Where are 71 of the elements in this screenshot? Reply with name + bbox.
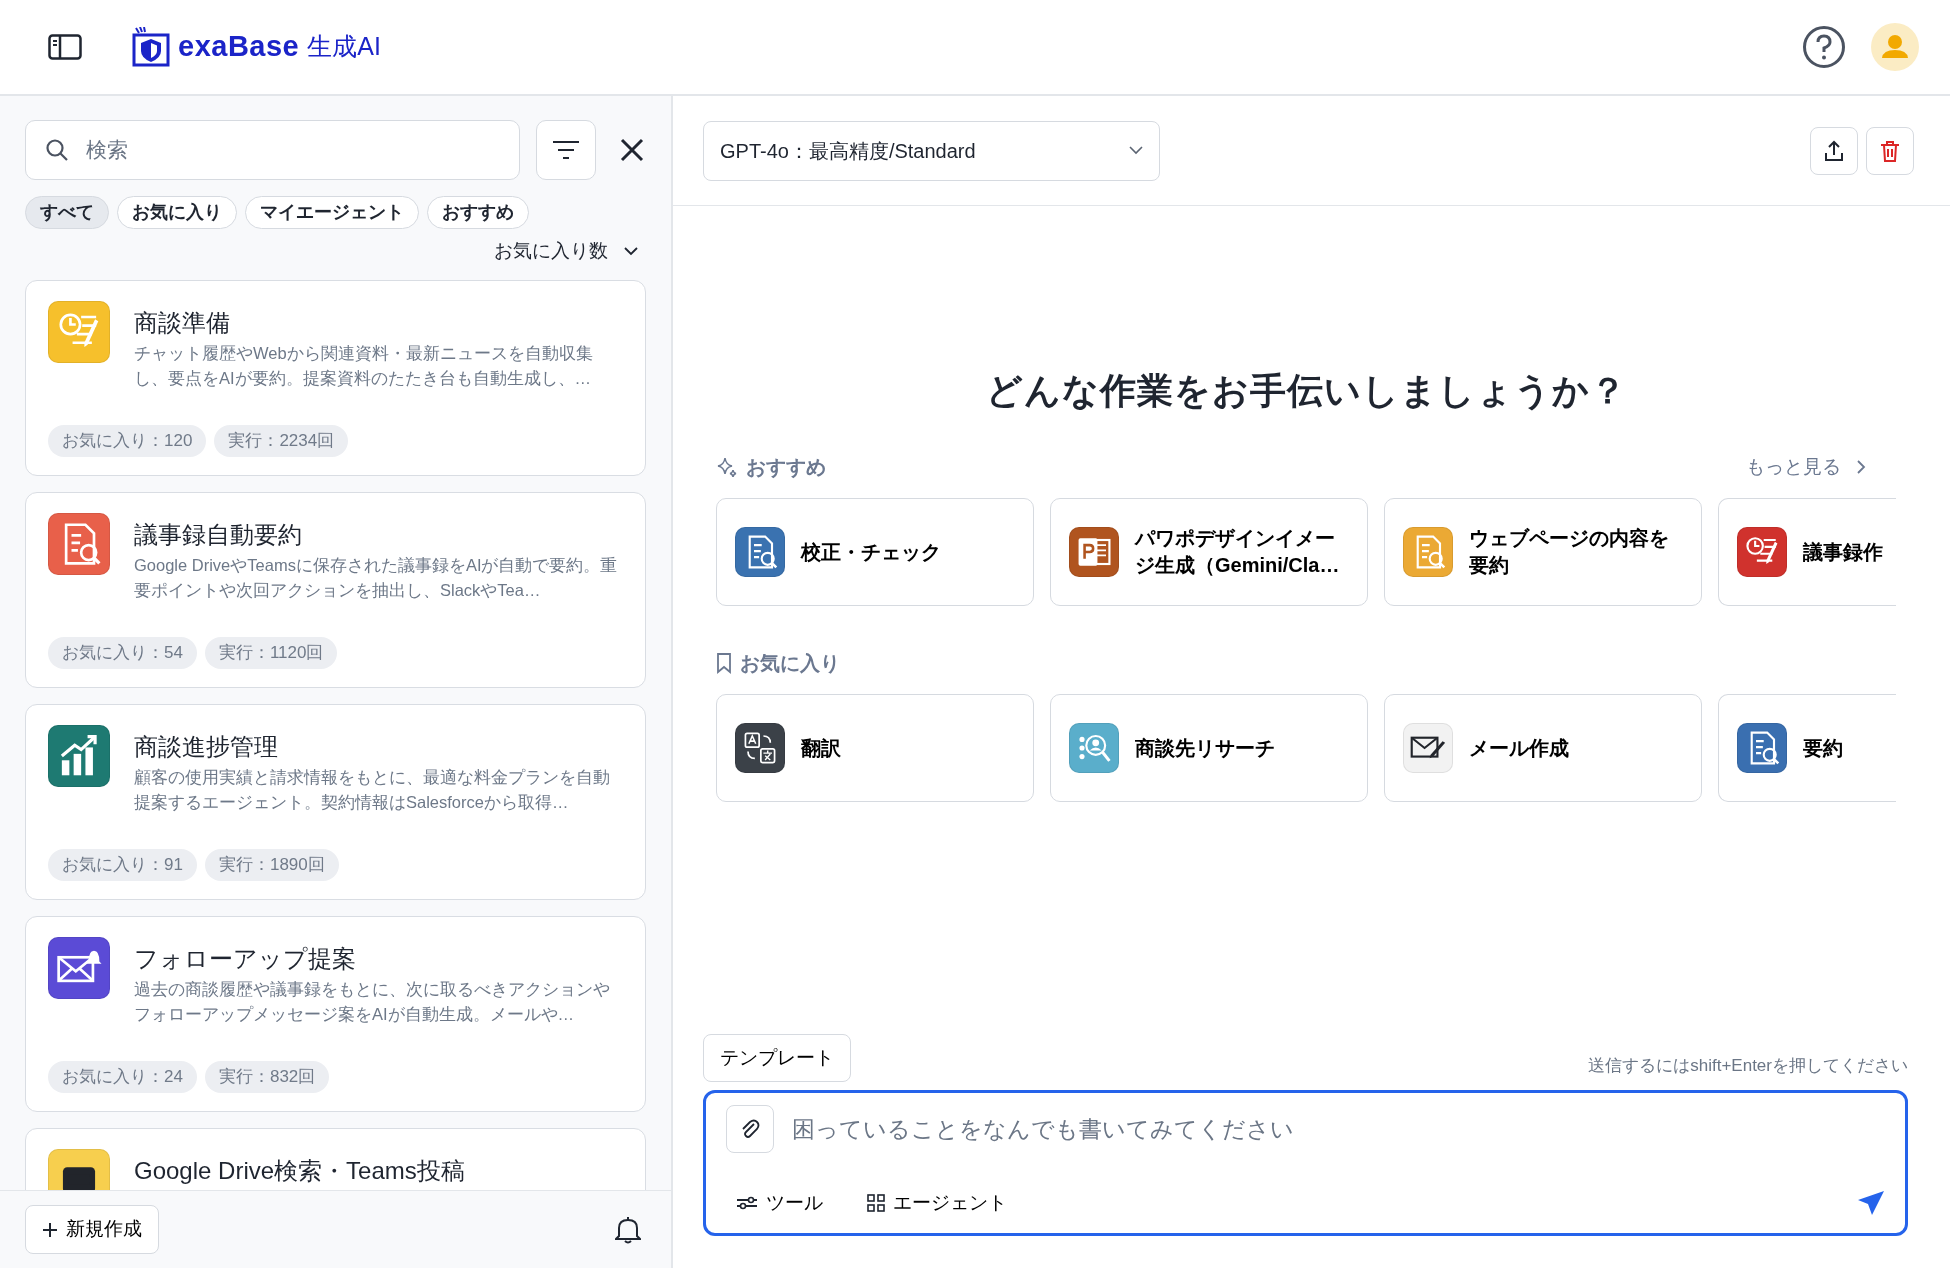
bell-icon[interactable]	[615, 1215, 641, 1244]
agent-card[interactable]: Google Drive検索・Teams投稿	[25, 1127, 646, 1190]
agent-card[interactable]: 商談準備 チャット履歴やWebから関連資料・最新ニュースを自動収集し、要点をAIが要約。提案資料のたたき台も自動生成し、… お気に入り：120 実行：2234回	[25, 279, 646, 476]
agent-title: 議事録自動要約	[134, 520, 303, 550]
sort-dropdown[interactable]: お気に入り数	[494, 237, 608, 266]
chevron-right-icon	[1857, 460, 1866, 474]
export-button[interactable]	[1810, 126, 1858, 175]
search-icon	[45, 138, 69, 162]
see-more-link[interactable]: もっと見る	[1746, 452, 1866, 482]
upload-icon	[1824, 139, 1844, 162]
shortcut-card[interactable]: 校正・チェック	[716, 498, 1034, 606]
tool-button[interactable]: エージェント	[857, 1184, 1017, 1221]
shield-logo-icon	[132, 27, 170, 67]
run-count: 実行：1890回	[204, 849, 339, 881]
filter-chip[interactable]: お気に入り	[117, 196, 237, 229]
filter-chip[interactable]: おすすめ	[427, 196, 529, 229]
trash-icon	[1880, 139, 1900, 162]
filter-chip[interactable]: マイエージェント	[245, 196, 419, 229]
section-title: お気に入り	[740, 651, 840, 676]
filter-button[interactable]	[536, 120, 596, 180]
sidebar-toggle-icon[interactable]	[48, 34, 82, 60]
new-button[interactable]: 新規作成	[25, 1205, 159, 1254]
search-field[interactable]: 検索	[25, 120, 520, 180]
welcome-heading: どんな作業をお手伝いしましょうか？	[985, 370, 1627, 411]
agent-description: 顧客の使用実績と請求情報をもとに、最適な料金プランを自動提案するエージェント。契約情報はSalesforceから取得…	[134, 767, 611, 814]
section-title: おすすめ	[746, 455, 826, 480]
agent-title: Google Drive検索・Teams投稿	[134, 1156, 465, 1186]
tool-button[interactable]: ツール	[726, 1184, 833, 1221]
shortcut-card[interactable]: 議事録作	[1718, 498, 1896, 606]
shortcut-card[interactable]: 商談先リサーチ	[1050, 694, 1368, 802]
shortcut-card[interactable]: パワポデザインイメージ生成（Gemini/Cla…	[1050, 498, 1368, 606]
close-icon[interactable]	[620, 138, 644, 162]
template-button[interactable]: テンプレート	[703, 1033, 851, 1082]
agent-title: 商談進捗管理	[134, 732, 279, 762]
bookmark-icon	[716, 652, 732, 674]
brand-name: exaBase	[178, 29, 300, 65]
send-hint: 送信するにはshift+Enterを押してください	[1588, 1054, 1908, 1077]
run-count: 実行：832回	[204, 1061, 330, 1093]
run-count: 実行：2234回	[214, 425, 349, 457]
shortcut-card[interactable]: 翻訳	[716, 694, 1034, 802]
paperclip-icon	[740, 1118, 760, 1140]
agent-card[interactable]: 議事録自動要約 Google DriveやTeamsに保存された議事録をAIが自動で要約。重要ポイントや次回アクションを抽出し、SlackやTea… お気に入り：54 実行：1120回	[25, 491, 646, 688]
run-count: 実行：1120回	[204, 637, 338, 669]
favorites-count: お気に入り：120	[48, 425, 207, 457]
chevron-down-icon	[1129, 146, 1143, 155]
agent-card[interactable]: フォローアップ提案 過去の商談履歴や議事録をもとに、次に取るべきアクションやフォローアップメッセージ案をAIが自動生成。メールや… お気に入り：24 実行：832回	[25, 915, 646, 1112]
agent-title: フォローアップ提案	[134, 944, 357, 974]
agent-description: Google DriveやTeamsに保存された議事録をAIが自動で要約。重要ポイントや次回アクションを抽出し、SlackやTea…	[134, 555, 619, 602]
chevron-down-icon[interactable]	[624, 246, 638, 256]
model-dropdown[interactable]: GPT-4o：最高精度/Standard	[703, 120, 1160, 181]
delete-button[interactable]	[1866, 126, 1914, 175]
product-name: 生成AI	[307, 31, 381, 63]
agent-description: 過去の商談履歴や議事録をもとに、次に取るべきアクションやフォローアップメッセージ案をAIが自動生成。メールや…	[134, 979, 611, 1026]
agent-card[interactable]: 商談進捗管理 顧客の使用実績と請求情報をもとに、最適な料金プランを自動提案するエージェント。契約情報はSalesforceから取得… お気に入り：91 実行：1890回	[25, 703, 646, 900]
send-icon[interactable]	[1857, 1189, 1885, 1216]
plus-icon	[42, 1221, 58, 1238]
shortcut-card[interactable]: 要約	[1718, 694, 1896, 802]
shortcut-card[interactable]: メール作成	[1384, 694, 1702, 802]
shortcut-card[interactable]: ウェブページの内容を要約	[1384, 498, 1702, 606]
filter-icon	[552, 140, 580, 160]
favorites-count: お気に入り：54	[48, 637, 197, 669]
sparkle-icon	[716, 456, 738, 478]
help-icon[interactable]	[1802, 25, 1846, 69]
filter-chip[interactable]: すべて	[25, 196, 109, 229]
agent-description: チャット履歴やWebから関連資料・最新ニュースを自動収集し、要点をAIが要約。提案資料のたたき台も自動生成し、…	[134, 343, 594, 390]
favorites-count: お気に入り：24	[48, 1061, 197, 1093]
sliders-icon	[736, 1195, 758, 1210]
agent-title: 商談準備	[134, 308, 231, 338]
favorites-count: お気に入り：91	[48, 849, 197, 881]
attach-button[interactable]	[726, 1105, 774, 1153]
grid-icon	[867, 1193, 885, 1212]
